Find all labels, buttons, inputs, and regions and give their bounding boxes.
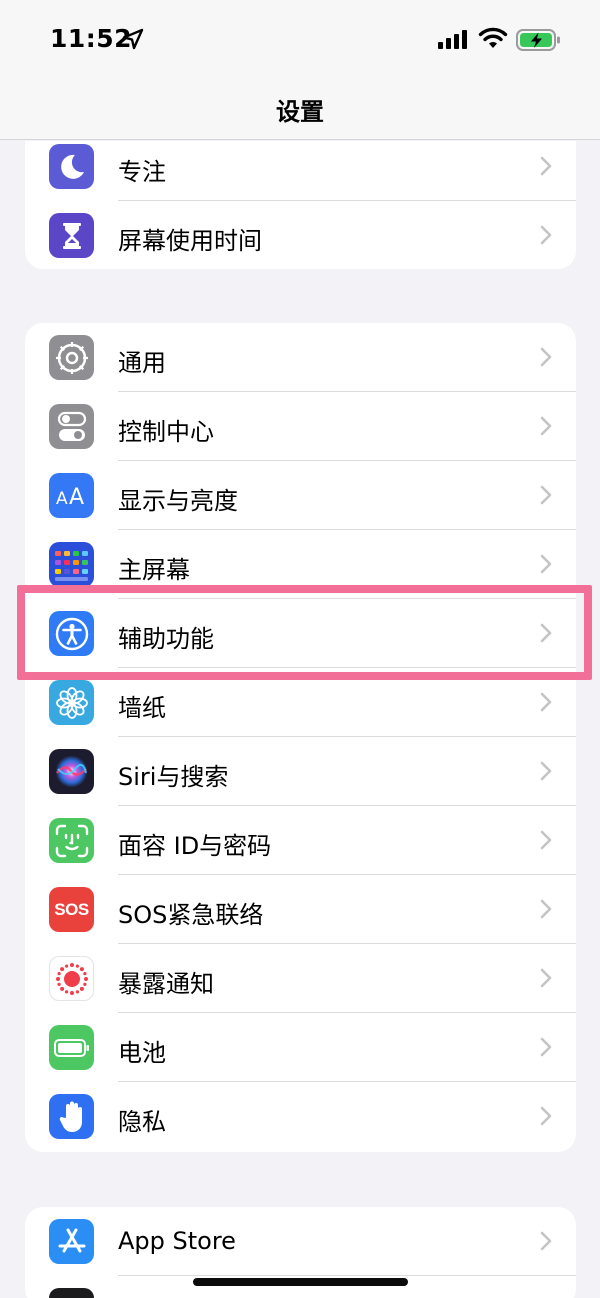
chevron-right-icon [540, 761, 552, 781]
flower-icon [49, 680, 94, 725]
siri-icon [49, 749, 94, 794]
settings-row-privacy[interactable]: 隐私 [25, 1082, 576, 1151]
battery-icon [49, 1025, 94, 1070]
cellular-signal-icon [438, 30, 467, 49]
chevron-right-icon [540, 156, 552, 176]
settings-row-screen-time[interactable]: 屏幕使用时间 [25, 201, 576, 269]
settings-group-focus: 专注 屏幕使用时间 [25, 141, 576, 269]
settings-row-label: App Store [118, 1227, 236, 1255]
battery-charging-icon [516, 29, 560, 51]
toggles-icon [49, 404, 94, 449]
settings-row-display[interactable]: A A 显示与亮度 [25, 461, 576, 530]
chevron-right-icon [540, 692, 552, 712]
chevron-right-icon [540, 1037, 552, 1057]
settings-row-label: 隐私 [118, 1108, 166, 1136]
hourglass-icon [49, 213, 94, 258]
settings-row-emergency-sos[interactable]: SOS SOS紧急联络 [25, 875, 576, 944]
chevron-right-icon [540, 899, 552, 919]
hand-icon [49, 1094, 94, 1139]
settings-row-face-id[interactable]: 面容 ID与密码 [25, 806, 576, 875]
text-size-icon: A A [49, 473, 94, 518]
chevron-right-icon [540, 830, 552, 850]
settings-row-label: 通用 [118, 349, 166, 377]
face-id-icon [49, 818, 94, 863]
navigation-bar: 设置 [0, 78, 600, 140]
chevron-right-icon [540, 416, 552, 436]
gear-icon [49, 335, 94, 380]
page-title: 设置 [276, 98, 324, 126]
settings-row-label: Siri与搜索 [118, 763, 229, 791]
settings-row-label: 专注 [118, 158, 166, 186]
chevron-right-icon [540, 554, 552, 574]
settings-row-siri[interactable]: Siri与搜索 [25, 737, 576, 806]
settings-row-label: 主屏幕 [118, 556, 190, 584]
app-store-icon [49, 1219, 94, 1264]
settings-row-label: 面容 ID与密码 [118, 832, 272, 860]
svg-text:A: A [69, 485, 84, 508]
chevron-right-icon [540, 1231, 552, 1251]
settings-row-app-store[interactable]: App Store [25, 1207, 576, 1276]
highlight-box [17, 585, 592, 680]
settings-row-label: 屏幕使用时间 [118, 227, 262, 255]
settings-row-label: 控制中心 [118, 418, 214, 446]
home-grid-icon [49, 542, 94, 587]
settings-row-label: 暴露通知 [118, 970, 214, 998]
settings-group-general: 通用 控制中心 A A 显示与亮度 主屏幕 辅助功能 墙纸 Siri与搜索 面容… [25, 323, 576, 1152]
chevron-right-icon [540, 485, 552, 505]
settings-row-general[interactable]: 通用 [25, 323, 576, 392]
home-indicator[interactable] [193, 1278, 408, 1286]
chevron-right-icon [540, 1106, 552, 1126]
status-time: 11:52 [50, 24, 133, 53]
settings-row-exposure-notifications[interactable]: 暴露通知 [25, 944, 576, 1013]
location-arrow-icon [122, 28, 144, 50]
exposure-icon [49, 956, 94, 1001]
chevron-right-icon [540, 347, 552, 367]
sos-icon-text: SOS [54, 899, 89, 919]
settings-row-label: 显示与亮度 [118, 487, 238, 515]
settings-row-label: 电池 [118, 1039, 166, 1067]
settings-row-label: 墙纸 [118, 694, 166, 722]
wallet-icon [49, 1288, 94, 1298]
settings-row-battery[interactable]: 电池 [25, 1013, 576, 1082]
settings-row-control-center[interactable]: 控制中心 [25, 392, 576, 461]
chevron-right-icon [540, 968, 552, 988]
moon-icon [49, 144, 94, 189]
sos-icon: SOS [49, 887, 94, 932]
status-bar: 11:52 [0, 0, 600, 78]
settings-row-focus[interactable]: 专注 [25, 141, 576, 201]
chevron-right-icon [540, 225, 552, 245]
settings-row-label: SOS紧急联络 [118, 901, 264, 929]
wifi-icon [478, 27, 508, 48]
svg-text:A: A [56, 489, 68, 508]
